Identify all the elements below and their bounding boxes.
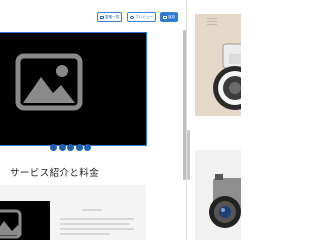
element-list-label: 要素一覧 bbox=[105, 15, 120, 19]
selected-image-block[interactable] bbox=[0, 32, 147, 146]
move-down-icon[interactable] bbox=[58, 144, 66, 151]
card-title-placeholder bbox=[82, 209, 102, 211]
preview-label: プレビュー bbox=[135, 15, 153, 19]
move-up-icon[interactable] bbox=[50, 144, 57, 151]
service-card[interactable] bbox=[0, 185, 146, 240]
save-icon bbox=[163, 15, 167, 19]
camera-icon bbox=[213, 43, 241, 110]
editor-pane: 要素一覧 プレビュー 保存 サービス紹介と料金 bbox=[0, 0, 186, 240]
preview-scrollbar[interactable] bbox=[187, 130, 190, 180]
image-icon bbox=[0, 209, 22, 239]
product-section bbox=[195, 150, 245, 240]
preview-button[interactable]: プレビュー bbox=[127, 12, 156, 22]
card-image bbox=[0, 201, 50, 240]
editor-toolbar: 要素一覧 プレビュー 保存 bbox=[0, 0, 186, 30]
save-label: 保存 bbox=[168, 15, 176, 19]
image-block-toolbar bbox=[50, 144, 91, 152]
copy-icon[interactable] bbox=[75, 144, 83, 151]
camera-icon bbox=[209, 174, 245, 228]
card-text-placeholder bbox=[60, 223, 130, 225]
edit-icon[interactable] bbox=[67, 144, 74, 151]
menu-icon[interactable] bbox=[207, 18, 217, 27]
section-heading[interactable]: サービス紹介と料金 bbox=[10, 165, 99, 179]
card-text-placeholder bbox=[60, 228, 134, 230]
hero-image bbox=[195, 14, 241, 116]
card-text-placeholder bbox=[60, 218, 134, 220]
delete-icon[interactable] bbox=[84, 144, 91, 151]
element-list-button[interactable]: 要素一覧 bbox=[97, 12, 123, 22]
card-text-placeholder bbox=[60, 233, 110, 235]
preview-pane bbox=[186, 0, 245, 240]
list-icon bbox=[100, 15, 104, 19]
image-icon bbox=[15, 53, 83, 111]
save-button[interactable]: 保存 bbox=[160, 12, 179, 22]
eye-icon bbox=[130, 15, 134, 19]
